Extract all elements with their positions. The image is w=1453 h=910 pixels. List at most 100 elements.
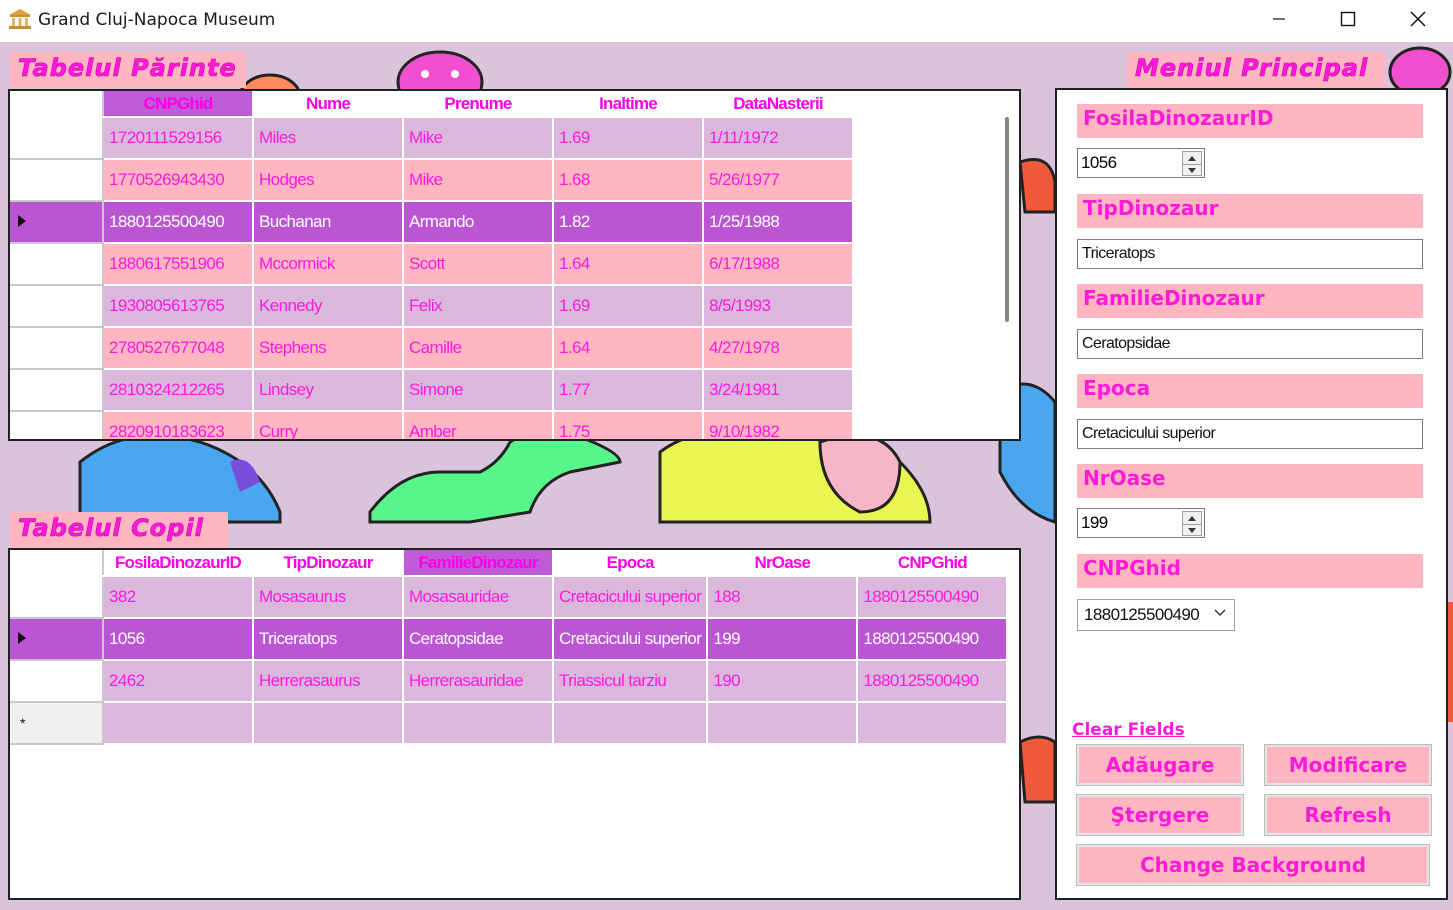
child-cell[interactable]: 1880125500490 [857, 618, 1009, 661]
parent-cell[interactable]: 1.77 [553, 369, 704, 412]
close-button[interactable] [1383, 0, 1453, 38]
parent-cell[interactable]: 4/27/1978 [703, 327, 854, 370]
parent-cell[interactable]: 2820910183623 [103, 411, 254, 439]
parent-cell[interactable]: Stephens [253, 327, 404, 370]
parent-cell[interactable]: 1.64 [553, 327, 704, 370]
parent-cell[interactable]: Miles [253, 117, 404, 160]
parent-col-datanasterii[interactable]: DataNasterii [703, 91, 854, 118]
parent-cell[interactable]: Kennedy [253, 285, 404, 328]
table-row[interactable]: 1056 Triceratops Ceratopsidae Cretacicului … [10, 618, 1009, 661]
epoca-field[interactable]: Cretacicului superior [1077, 419, 1423, 449]
parent-table[interactable]: CNPGhid Nume Prenume Inaltime DataNaster… [8, 89, 1021, 441]
child-data-grid[interactable]: FosilaDinozaurID TipDinozaur FamilieDino… [10, 550, 1009, 745]
parent-cell[interactable]: Mccormick [253, 243, 404, 286]
child-col-epoca[interactable]: Epoca [553, 550, 709, 577]
row-header[interactable] [10, 327, 104, 370]
child-cell[interactable]: Cretacicului superior [553, 576, 709, 619]
table-row[interactable]: 382 Mosasaurus Mosasauridae Cretacicului su… [10, 576, 1009, 619]
nroase-stepper[interactable] [1077, 508, 1205, 538]
row-header[interactable] [10, 411, 104, 439]
parent-cell[interactable]: Curry [253, 411, 404, 439]
parent-cell[interactable]: 9/10/1982 [703, 411, 854, 439]
table-row[interactable]: 1880617551906 Mccormick Scott 1.64 6/17/1988 [10, 243, 854, 286]
nroase-spinner[interactable] [1182, 511, 1202, 536]
parent-cell[interactable]: 1/25/1988 [703, 201, 854, 244]
parent-cell[interactable]: Lindsey [253, 369, 404, 412]
fosila-id-stepper[interactable] [1077, 148, 1205, 178]
parent-cell[interactable]: 1.82 [553, 201, 704, 244]
parent-cell[interactable]: 1880617551906 [103, 243, 254, 286]
spin-up-icon[interactable] [1183, 152, 1201, 164]
parent-cell[interactable]: 1.75 [553, 411, 704, 439]
parent-cell[interactable]: 6/17/1988 [703, 243, 854, 286]
modify-button[interactable]: Modificare [1264, 744, 1432, 786]
new-row[interactable]: * [10, 702, 1009, 745]
parent-cell[interactable]: 2810324212265 [103, 369, 254, 412]
parent-cell[interactable]: Felix [403, 285, 554, 328]
change-background-button[interactable]: Change Background [1076, 844, 1430, 886]
table-row[interactable]: 1770526943430 Hodges Mike 1.68 5/26/1977 [10, 159, 854, 202]
child-cell[interactable]: 1056 [103, 618, 254, 661]
parent-col-inaltime[interactable]: Inaltime [553, 91, 704, 118]
child-new-cell[interactable] [253, 702, 404, 745]
parent-cell[interactable]: Mike [403, 159, 554, 202]
fosila-id-input[interactable] [1078, 149, 1178, 177]
child-cell[interactable]: 382 [103, 576, 254, 619]
table-row[interactable]: 2820910183623 Curry Amber 1.75 9/10/1982 [10, 411, 854, 439]
child-cell[interactable]: 2462 [103, 660, 254, 703]
child-cell[interactable]: Triassicul tarziu [553, 660, 709, 703]
child-cell[interactable]: Ceratopsidae [403, 618, 554, 661]
child-cell[interactable]: 1880125500490 [857, 576, 1009, 619]
parent-cell[interactable]: 1880125500490 [103, 201, 254, 244]
table-row[interactable]: 1930805613765 Kennedy Felix 1.69 8/5/1993 [10, 285, 854, 328]
fosila-id-spinner[interactable] [1182, 151, 1202, 176]
parent-cell[interactable]: 5/26/1977 [703, 159, 854, 202]
child-cell[interactable]: Cretacicului superior [553, 618, 709, 661]
familie-dinozaur-field[interactable]: Ceratopsidae [1077, 329, 1423, 359]
child-new-cell[interactable] [403, 702, 554, 745]
parent-cell[interactable]: 1.69 [553, 117, 704, 160]
child-new-cell[interactable] [857, 702, 1009, 745]
parent-cell[interactable]: 1.69 [553, 285, 704, 328]
parent-cell[interactable]: Simone [403, 369, 554, 412]
child-new-cell[interactable] [103, 702, 254, 745]
parent-cell[interactable]: 1770526943430 [103, 159, 254, 202]
row-header[interactable] [10, 618, 104, 661]
parent-data-grid[interactable]: CNPGhid Nume Prenume Inaltime DataNaster… [10, 91, 854, 439]
parent-cell[interactable]: Amber [403, 411, 554, 439]
nroase-input[interactable] [1078, 509, 1178, 537]
row-header[interactable] [10, 285, 104, 328]
child-new-cell[interactable] [707, 702, 859, 745]
table-row[interactable]: 1880125500490 Buchanan Armando 1.82 1/25/198… [10, 201, 854, 244]
child-cell[interactable]: 188 [707, 576, 859, 619]
spin-up-icon[interactable] [1183, 512, 1201, 524]
table-row[interactable]: 1720111529156 Miles Mike 1.69 1/11/1972 [10, 117, 854, 160]
parent-cell[interactable]: 3/24/1981 [703, 369, 854, 412]
maximize-button[interactable] [1313, 0, 1383, 38]
parent-cell[interactable]: Scott [403, 243, 554, 286]
parent-col-prenume[interactable]: Prenume [403, 91, 554, 118]
parent-cell[interactable]: 2780527677048 [103, 327, 254, 370]
refresh-button[interactable]: Refresh [1264, 794, 1432, 836]
row-header[interactable] [10, 660, 104, 703]
table-row[interactable]: 2462 Herrerasaurus Herrerasauridae Triassic… [10, 660, 1009, 703]
child-col-fosiladinozaurid[interactable]: FosilaDinozaurID [103, 550, 254, 577]
child-cell[interactable]: Mosasaurus [253, 576, 404, 619]
parent-cell[interactable]: 8/5/1993 [703, 285, 854, 328]
tip-dinozaur-field[interactable]: Triceratops [1077, 239, 1423, 269]
parent-cell[interactable]: Buchanan [253, 201, 404, 244]
child-cell[interactable]: Mosasauridae [403, 576, 554, 619]
parent-vertical-scrollbar[interactable] [1005, 117, 1009, 322]
parent-cell[interactable]: 1.68 [553, 159, 704, 202]
spin-down-icon[interactable] [1183, 524, 1201, 536]
row-header[interactable] [10, 159, 104, 202]
parent-cell[interactable]: Hodges [253, 159, 404, 202]
table-row[interactable]: 2810324212265 Lindsey Simone 1.77 3/24/1981 [10, 369, 854, 412]
row-header[interactable] [10, 117, 104, 160]
parent-col-cnpghid[interactable]: CNPGhid [103, 91, 254, 118]
child-cell[interactable]: Herrerasauridae [403, 660, 554, 703]
row-header[interactable]: * [10, 702, 104, 745]
child-col-familiedinozaur[interactable]: FamilieDinozaur [403, 550, 554, 577]
minimize-button[interactable] [1244, 0, 1314, 38]
child-cell[interactable]: Triceratops [253, 618, 404, 661]
